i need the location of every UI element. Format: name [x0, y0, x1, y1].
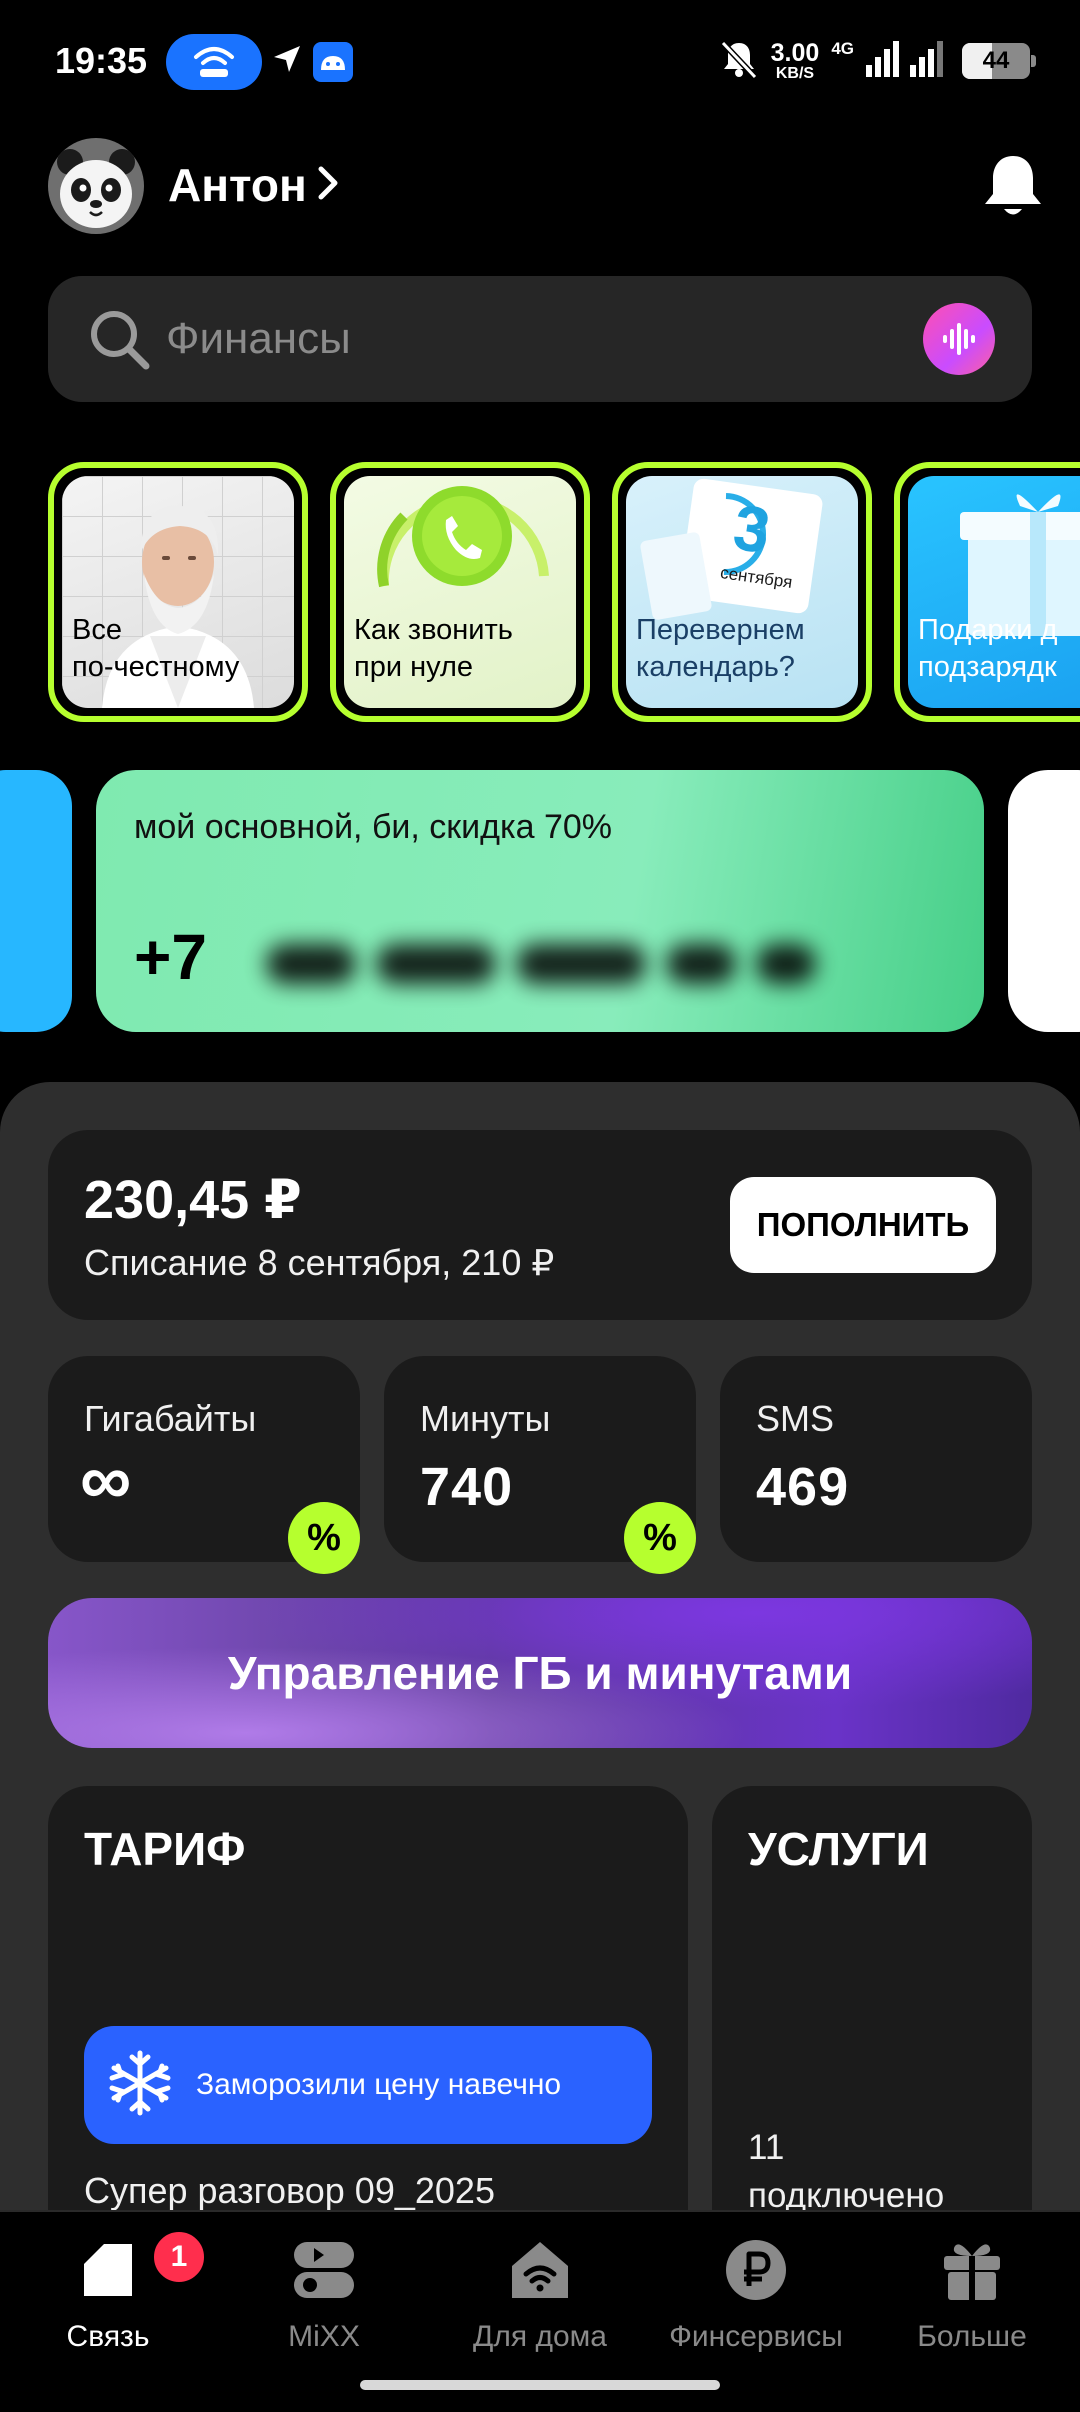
- mute-icon: [719, 39, 759, 84]
- signal-icon: [866, 40, 950, 82]
- services-count: 11 подключено: [748, 2128, 945, 2215]
- notification-badge: 1: [150, 2228, 208, 2286]
- nav-item-more[interactable]: Больше: [864, 2212, 1080, 2372]
- nav-label: Больше: [917, 2320, 1027, 2353]
- gift-icon: [940, 2238, 1004, 2302]
- phone-number: +7: [134, 921, 207, 993]
- status-right: 3.00 KB/S 4G 44: [719, 36, 1036, 86]
- nav-label: Финсервисы: [669, 2320, 843, 2353]
- number-card[interactable]: мой основной, би, скидка 70% +7: [96, 770, 984, 1032]
- story-label: Как звонить при нуле: [354, 614, 513, 683]
- nav-label: Для дома: [473, 2320, 607, 2353]
- navigation-icon: [272, 44, 302, 79]
- stat-label: SMS: [756, 1398, 835, 1439]
- network-type: 4G: [831, 39, 854, 58]
- story-card[interactable]: 3 сентября Перевернем календарь?: [612, 462, 872, 722]
- stat-label: Минуты: [420, 1398, 551, 1439]
- search-icon: [88, 308, 152, 377]
- nav-item-finservices[interactable]: Финсервисы: [648, 2212, 864, 2372]
- story-label: Все по-честному: [72, 614, 240, 683]
- balance-amount: 230,45 ₽: [84, 1170, 302, 1230]
- search-input[interactable]: [166, 276, 926, 402]
- home-wifi-icon: [508, 2238, 572, 2302]
- balance-card[interactable]: 230,45 ₽ Списание 8 сентября, 210 ₽ ПОПО…: [48, 1130, 1032, 1320]
- stat-gigabytes[interactable]: Гигабайты ∞ %: [48, 1356, 360, 1574]
- services-title: УСЛУГИ: [748, 1823, 929, 1875]
- stories-carousel[interactable]: Все по-честному Как звонить при нуле 3 с…: [48, 462, 1080, 722]
- battery-icon: 44: [962, 43, 1036, 79]
- profile-link[interactable]: Антон: [168, 158, 339, 212]
- manage-gb-minutes-button[interactable]: Управление ГБ и минутами: [48, 1598, 1032, 1748]
- network-speed: 3.00 KB/S: [770, 38, 820, 82]
- stat-label: Гигабайты: [84, 1398, 257, 1439]
- story-image: Как звонить при нуле: [344, 476, 576, 708]
- nav-item-svyaz[interactable]: 1 Связь: [0, 2212, 216, 2372]
- story-card[interactable]: Подарки д подзарядк: [894, 462, 1080, 722]
- story-card[interactable]: Как звонить при нуле: [330, 462, 590, 722]
- charge-info: Списание 8 сентября, 210 ₽: [84, 1242, 555, 1283]
- stat-minutes[interactable]: Минуты 740 %: [384, 1356, 696, 1574]
- number-redacted: [266, 930, 826, 1000]
- search-bar[interactable]: [48, 276, 1032, 402]
- number-card-title: мой основной, би, скидка 70%: [134, 808, 613, 846]
- status-time: 19:35: [55, 40, 148, 81]
- status-bar: 19:35 3.00 KB/S 4G 44: [0, 0, 1080, 125]
- tariff-tile[interactable]: ТАРИФ Заморозили цену навечно Супер разг…: [48, 1786, 688, 2246]
- stat-value: 469: [756, 1457, 850, 1517]
- sim-card-icon: [76, 2238, 140, 2302]
- nav-label: Связь: [66, 2320, 150, 2353]
- story-image: Подарки д подзарядк: [908, 476, 1080, 708]
- freeze-price-banner[interactable]: Заморозили цену навечно: [84, 2026, 652, 2144]
- user-name: Антон: [168, 159, 307, 211]
- home-indicator[interactable]: [360, 2380, 720, 2390]
- snowflake-icon: [106, 2049, 174, 2122]
- stat-value: ∞: [80, 1440, 132, 1520]
- ruble-icon: [724, 2238, 788, 2302]
- topup-button[interactable]: ПОПОЛНИТЬ: [730, 1177, 996, 1273]
- tariff-title: ТАРИФ: [84, 1823, 246, 1875]
- voice-icon[interactable]: [923, 303, 995, 375]
- stat-value: 740: [420, 1457, 514, 1517]
- nav-item-home[interactable]: Для дома: [432, 2212, 648, 2372]
- prev-number-card[interactable]: [0, 770, 72, 1032]
- android-icon: [313, 42, 353, 82]
- discount-badge[interactable]: %: [624, 1502, 696, 1574]
- story-label: Перевернем календарь?: [636, 614, 805, 683]
- services-tile[interactable]: УСЛУГИ 11 подключено: [712, 1786, 1032, 2246]
- freeze-text: Заморозили цену навечно: [196, 2068, 562, 2101]
- discount-badge[interactable]: %: [288, 1502, 360, 1574]
- story-image: Все по-честному: [62, 476, 294, 708]
- nav-item-mixx[interactable]: MiXX: [216, 2212, 432, 2372]
- chevron-right-icon: [317, 166, 339, 205]
- stat-sms[interactable]: SMS 469: [720, 1356, 1032, 1562]
- next-number-card[interactable]: [1008, 770, 1080, 1032]
- hotspot-icon: [166, 34, 262, 90]
- tariff-name: Супер разговор 09_2025: [84, 2170, 495, 2211]
- story-card[interactable]: Все по-честному: [48, 462, 308, 722]
- nav-label: MiXX: [288, 2320, 360, 2353]
- mixx-icon: [292, 2238, 356, 2302]
- bell-icon[interactable]: [982, 152, 1044, 225]
- story-label: Подарки д подзарядк: [918, 614, 1058, 683]
- avatar[interactable]: [48, 138, 144, 234]
- story-image: 3 сентября Перевернем календарь?: [626, 476, 858, 708]
